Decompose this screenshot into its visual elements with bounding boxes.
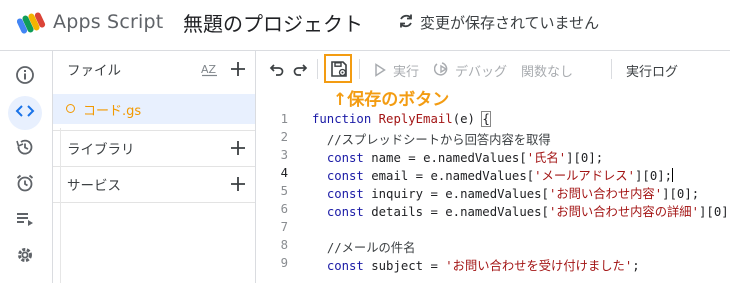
- code-text: ][0];: [699, 205, 730, 219]
- code-text: (e): [452, 112, 483, 126]
- overview-button[interactable]: [8, 60, 42, 94]
- line-number: 9: [280, 256, 288, 270]
- code-icon: [15, 101, 35, 125]
- code-brace: {: [481, 111, 491, 127]
- editor-toolbar: 実行 デバッグ 関数なし 実行ログ: [256, 51, 730, 87]
- editor-button[interactable]: [8, 96, 42, 130]
- run-button[interactable]: 実行: [393, 61, 419, 80]
- sort-az-icon[interactable]: AZ: [200, 60, 220, 78]
- playlist-icon: [15, 209, 35, 233]
- text-cursor: [672, 168, 674, 182]
- code-string: 'お問い合わせ内容の詳細': [548, 205, 700, 219]
- code-comment: //スプレッドシートから回答内容を取得: [326, 133, 551, 147]
- info-icon: [15, 65, 35, 89]
- file-name: コード.gs: [83, 104, 142, 119]
- services-label: サービス: [67, 178, 121, 194]
- toolbar-separator: [359, 59, 360, 79]
- files-panel: ファイル AZ コード.gs ライブラリ サービス: [53, 51, 255, 283]
- code-line: function ReplyEmail(e) {: [312, 111, 491, 127]
- code-keyword: const: [326, 169, 364, 183]
- code-text: subject =: [363, 259, 446, 273]
- execution-log-button[interactable]: 実行ログ: [626, 61, 678, 80]
- code-string: 'お問い合わせ内容': [548, 187, 663, 201]
- alarm-clock-icon: [15, 173, 35, 197]
- code-line: const inquiry = e.namedValues['お問い合わせ内容'…: [312, 184, 699, 202]
- run-icon[interactable]: [374, 62, 392, 80]
- code-line: const email = e.namedValues['メールアドレス'][0…: [312, 166, 674, 184]
- add-file-icon[interactable]: [229, 60, 247, 78]
- code-line: const details = e.namedValues['お問い合わせ内容の…: [312, 202, 730, 220]
- code-line: const subject = 'お問い合わせを受け付けました';: [312, 256, 640, 274]
- debug-icon[interactable]: [433, 61, 452, 79]
- executions-button[interactable]: [8, 204, 42, 238]
- code-editor[interactable]: 1 2 3 4 5 6 7 8 9 function ReplyEmail(e)…: [256, 107, 730, 283]
- add-library-icon[interactable]: [229, 139, 247, 157]
- code-line: //メールの件名: [312, 238, 416, 256]
- save-status-text: 変更が保存されていません: [420, 14, 600, 32]
- code-text: ;: [632, 259, 640, 273]
- code-string: 'お問い合わせを受け付けました': [445, 259, 633, 273]
- project-title[interactable]: 無題のプロジェクト: [183, 8, 363, 37]
- line-number: 7: [280, 220, 288, 234]
- unsaved-dot-icon: [66, 104, 75, 113]
- app-name: Apps Script: [53, 11, 164, 33]
- save-icon[interactable]: [330, 60, 348, 78]
- add-service-icon[interactable]: [229, 175, 247, 193]
- triggers-button[interactable]: [8, 168, 42, 202]
- code-function-name: ReplyEmail: [378, 112, 453, 126]
- code-text: name = e.namedValues[: [363, 151, 527, 165]
- gear-icon: [15, 245, 35, 269]
- code-text: inquiry = e.namedValues[: [363, 187, 549, 201]
- code-text: email = e.namedValues[: [363, 169, 535, 183]
- line-number: 4: [280, 166, 288, 180]
- code-string: 'メールアドレス': [534, 169, 636, 183]
- code-keyword: const: [326, 151, 364, 165]
- files-section-header: ファイル AZ: [53, 51, 255, 87]
- libraries-label: ライブラリ: [67, 142, 135, 158]
- line-number: 2: [280, 130, 288, 144]
- code-keyword: const: [326, 205, 364, 219]
- line-number: 3: [280, 148, 288, 162]
- settings-button[interactable]: [8, 240, 42, 274]
- code-text: details = e.namedValues[: [363, 205, 549, 219]
- file-item[interactable]: コード.gs: [53, 94, 255, 124]
- code-comment: //メールの件名: [326, 241, 416, 255]
- code-string: '氏名': [526, 151, 567, 165]
- save-status: 変更が保存されていません: [398, 12, 599, 33]
- toolbar-separator: [611, 59, 612, 79]
- undo-icon[interactable]: [269, 61, 287, 79]
- services-separator: [53, 202, 255, 203]
- code-line: //スプレッドシートから回答内容を取得: [312, 130, 551, 148]
- svg-text:AZ: AZ: [201, 63, 217, 76]
- code-text: ][0];: [662, 187, 700, 201]
- sync-icon: [398, 13, 414, 33]
- toolbar-separator: [317, 59, 318, 79]
- code-keyword: const: [326, 187, 364, 201]
- line-number: 8: [280, 238, 288, 252]
- code-text: ][0];: [566, 151, 604, 165]
- debug-button[interactable]: デバッグ: [455, 61, 507, 80]
- code-keyword: function: [312, 112, 372, 126]
- files-label: ファイル: [67, 63, 121, 79]
- line-number: 1: [280, 112, 288, 126]
- code-text: ][0];: [635, 169, 673, 183]
- apps-script-logo-icon[interactable]: [16, 10, 47, 36]
- code-line: const name = e.namedValues['氏名'][0];: [312, 148, 603, 166]
- libraries-section-header: ライブラリ: [53, 130, 255, 166]
- code-keyword: const: [326, 259, 364, 273]
- function-select[interactable]: 関数なし: [521, 61, 573, 80]
- history-button[interactable]: [8, 132, 42, 166]
- indent-guide: [60, 128, 61, 283]
- history-icon: [15, 137, 35, 161]
- line-number: 5: [280, 184, 288, 198]
- redo-icon[interactable]: [292, 61, 310, 79]
- nav-rail: [0, 51, 52, 283]
- top-bar: Apps Script 無題のプロジェクト 変更が保存されていません: [0, 0, 730, 48]
- services-section-header: サービス: [53, 166, 255, 202]
- line-number: 6: [280, 202, 288, 216]
